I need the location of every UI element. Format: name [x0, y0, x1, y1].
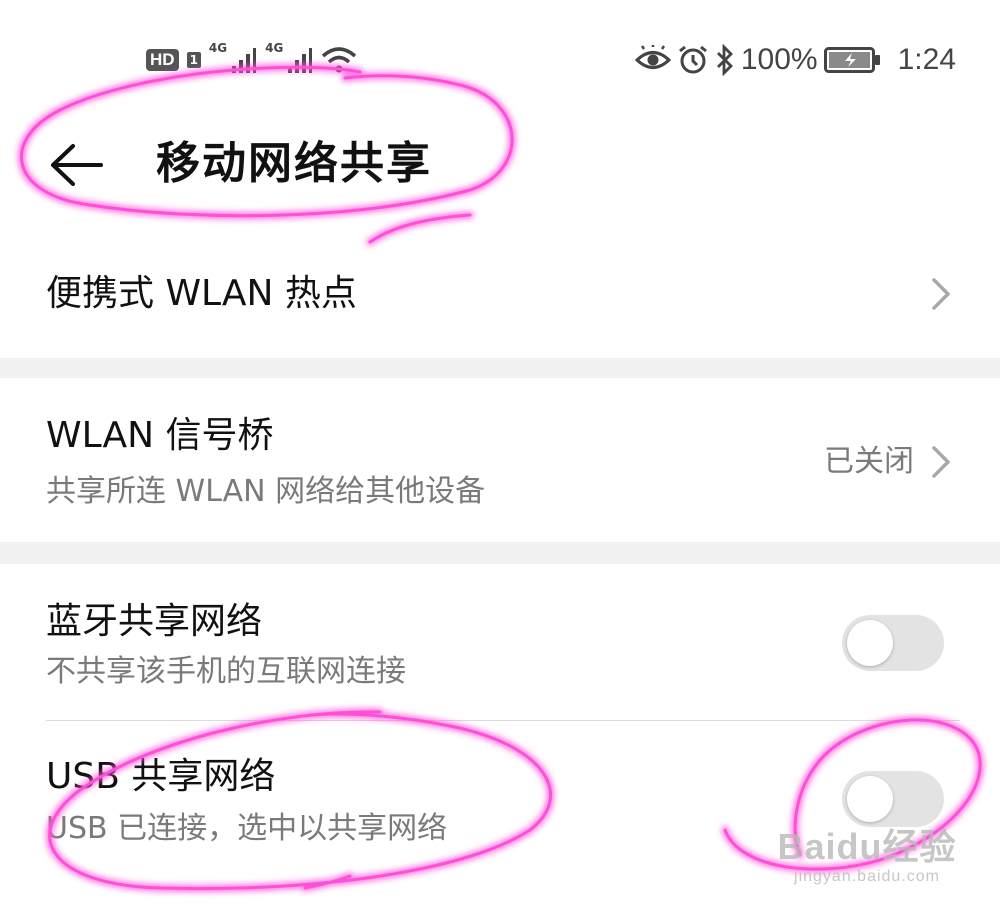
app-bar: 移动网络共享 — [0, 110, 1000, 220]
setting-subtitle: 共享所连 WLAN 网络给其他设备 — [46, 474, 486, 509]
usb-tethering-toggle[interactable] — [842, 771, 944, 827]
section-divider — [0, 542, 1000, 564]
bluetooth-icon — [716, 44, 733, 76]
chevron-right-icon — [932, 278, 950, 310]
battery-percentage: 100% — [740, 43, 818, 76]
network-type-label-2: 4G — [265, 41, 284, 55]
network-type-label-1: 4G — [208, 41, 228, 55]
baidu-jingyan-watermark: Baidu经验 jingyan.baidu.com — [762, 826, 972, 896]
setting-title: USB 共享网络 — [46, 756, 276, 797]
page-title: 移动网络共享 — [156, 138, 432, 189]
signal-icon — [288, 48, 313, 73]
setting-subtitle: USB 已连接，选中以共享网络 — [46, 811, 448, 846]
status-bar: HD 1 4G 4G 100% 1:24 — [0, 0, 1000, 120]
setting-title: WLAN 信号桥 — [46, 415, 274, 456]
setting-subtitle: 不共享该手机的互联网连接 — [46, 654, 406, 689]
alarm-icon — [678, 45, 707, 74]
back-button[interactable] — [46, 135, 106, 195]
watermark-url: jingyan.baidu.com — [794, 868, 940, 885]
status-bar-left: HD 1 4G 4G — [146, 40, 357, 80]
setting-title: 便携式 WLAN 热点 — [46, 273, 357, 314]
arrow-left-icon — [51, 144, 103, 186]
clock: 1:24 — [897, 43, 956, 76]
setting-item-wlan-hotspot[interactable]: 便携式 WLAN 热点 — [0, 230, 1000, 358]
status-bar-right: 100% 1:24 — [634, 38, 956, 82]
hd-voice-badge: HD — [146, 49, 179, 71]
bluetooth-tethering-toggle[interactable] — [842, 615, 944, 671]
status-value: 已关闭 — [824, 444, 914, 479]
setting-item-bluetooth-tethering: 蓝牙共享网络 不共享该手机的互联网连接 — [0, 564, 1000, 720]
watermark-logo: Baidu经验 — [777, 826, 957, 867]
sim-slot-number: 1 — [186, 52, 201, 68]
battery-charging-icon — [823, 47, 880, 73]
section-divider — [0, 358, 1000, 378]
chevron-right-icon — [932, 446, 950, 478]
toggle-knob — [847, 776, 893, 822]
setting-item-wlan-bridge[interactable]: WLAN 信号桥 共享所连 WLAN 网络给其他设备 已关闭 — [0, 378, 1000, 542]
signal-icon — [232, 48, 257, 73]
eye-comfort-icon — [634, 45, 671, 69]
toggle-knob — [847, 620, 893, 666]
wifi-icon — [322, 47, 357, 73]
setting-title: 蓝牙共享网络 — [46, 601, 263, 642]
